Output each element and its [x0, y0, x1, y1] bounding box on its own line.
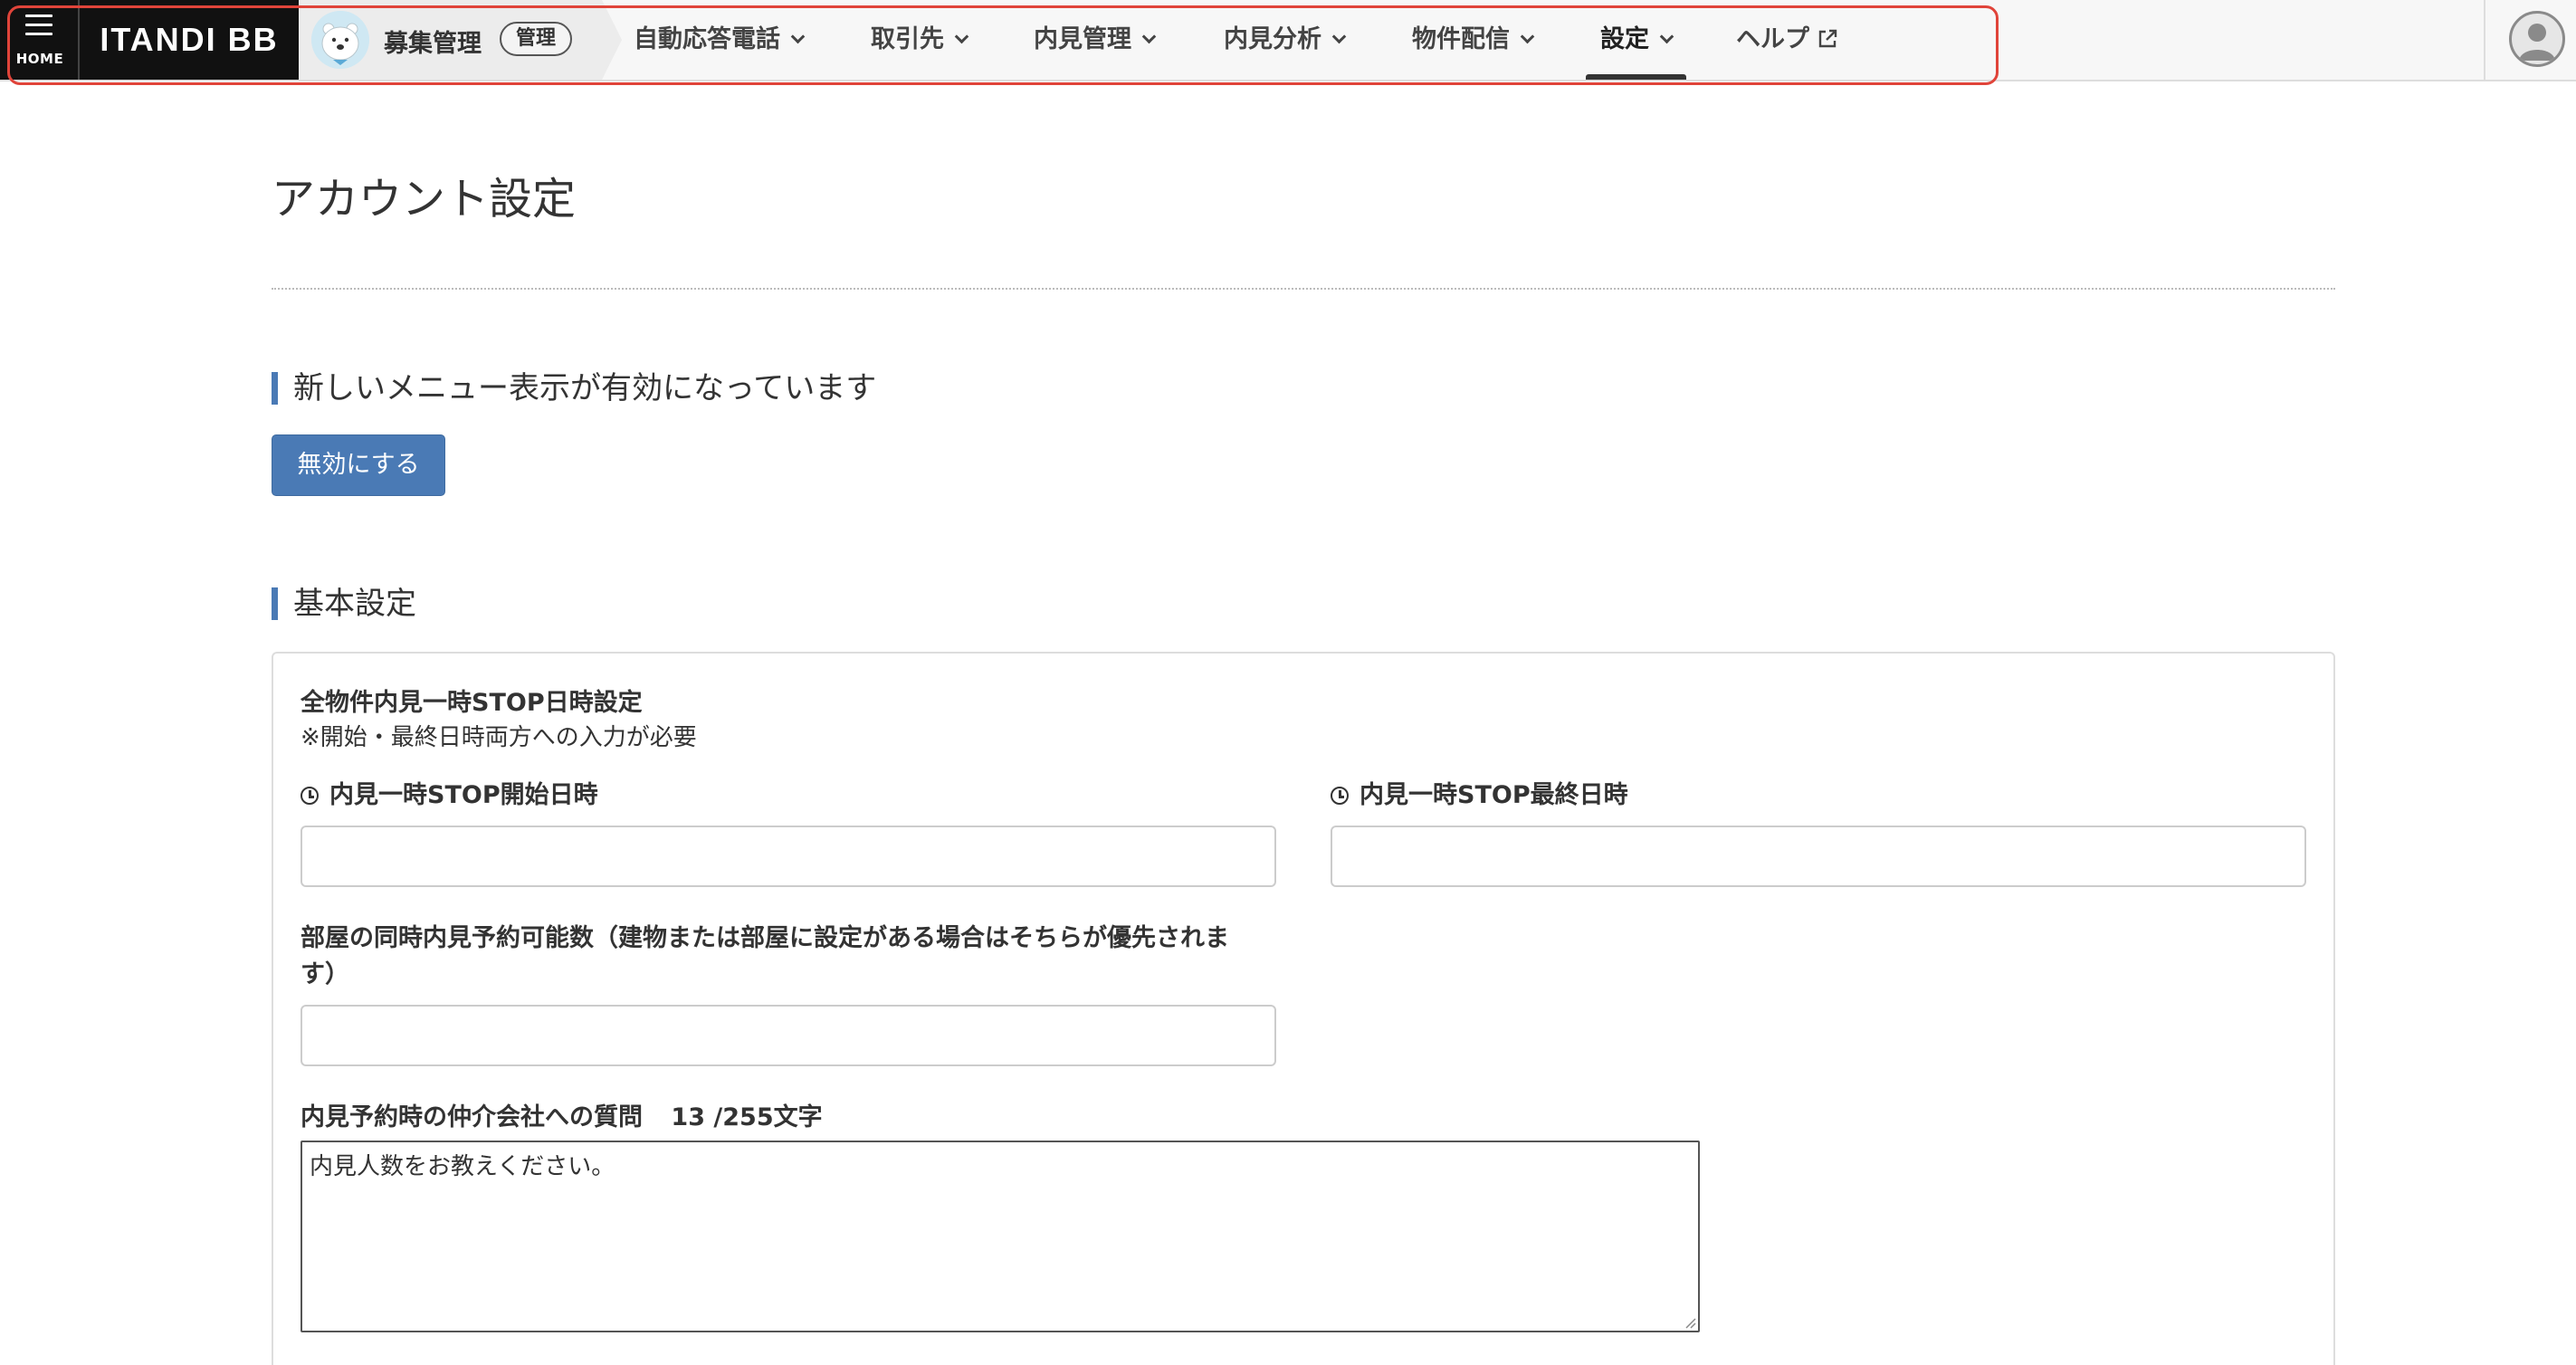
question-textarea[interactable]: 内見人数をお教えください。 [301, 1141, 1700, 1332]
stop-end-label-text: 内見一時STOP最終日時 [1360, 781, 1628, 809]
concurrent-viewing-input[interactable] [301, 1005, 1276, 1066]
nav-viewing-management[interactable]: 内見管理 [1034, 0, 1157, 80]
home-label: HOME [15, 51, 64, 67]
chevron-down-icon [1659, 29, 1674, 44]
nav-viewing-analysis[interactable]: 内見分析 [1224, 0, 1347, 80]
concurrent-viewing-label: 部屋の同時内見予約可能数（建物または部屋に設定がある場合はそちらが優先されま [301, 924, 1229, 952]
nav-help[interactable]: ヘルプ [1736, 0, 1838, 80]
menu-section-heading: 新しいメニュー表示が有効になっています [272, 369, 876, 407]
user-avatar-icon [2509, 11, 2565, 67]
nav-label: 内見分析 [1224, 25, 1321, 53]
question-label: 内見予約時の仲介会社への質問 13 /255文字 [301, 1097, 823, 1132]
brand-logo[interactable]: ITANDI BB [80, 0, 299, 80]
stop-start-label: 内見一時STOP開始日時 [301, 775, 598, 810]
nav-clients[interactable]: 取引先 [871, 0, 969, 80]
question-char-count: 13 /255文字 [671, 1103, 823, 1131]
nav-settings[interactable]: 設定 [1586, 0, 1686, 80]
nav-property-distribution[interactable]: 物件配信 [1412, 0, 1535, 80]
title-divider [272, 288, 2335, 290]
stop-end-label: 内見一時STOP最終日時 [1331, 775, 1628, 810]
page-title: アカウント設定 [272, 174, 577, 224]
concurrent-viewing-label-cont: す） [301, 960, 349, 988]
user-menu[interactable] [2484, 0, 2576, 80]
nav-label: 物件配信 [1412, 25, 1510, 53]
product-switcher[interactable]: 募集管理 管理 [299, 0, 622, 80]
clock-icon [301, 787, 319, 805]
clock-icon [1331, 787, 1349, 805]
basic-settings-panel: 全物件内見一時STOP日時設定 ※開始・最終日時両方への入力が必要 内見一時ST… [272, 652, 2335, 1365]
stop-setting-note: ※開始・最終日時両方への入力が必要 [301, 724, 697, 751]
product-name: 募集管理 [384, 30, 482, 58]
stop-end-datetime-input[interactable] [1331, 826, 2306, 887]
nav-auto-phone[interactable]: 自動応答電話 [634, 0, 806, 80]
resize-grip-icon[interactable] [1682, 1314, 1696, 1329]
stop-start-datetime-input[interactable] [301, 826, 1276, 887]
basic-settings-heading: 基本設定 [272, 585, 416, 623]
chevron-down-icon [1141, 29, 1157, 44]
nav-label: 取引先 [871, 25, 944, 53]
hamburger-icon [25, 14, 52, 36]
chevron-down-icon [790, 29, 806, 44]
admin-badge: 管理 [500, 22, 573, 56]
chevron-down-icon [954, 29, 969, 44]
top-nav-bar: HOME ITANDI BB 募集管理 管理 自動応答電話 取引先 内見管理 内… [0, 0, 2576, 81]
home-menu-button[interactable]: HOME [0, 0, 80, 80]
external-link-icon [1817, 3, 1838, 82]
question-label-text: 内見予約時の仲介会社への質問 [301, 1103, 643, 1131]
chevron-down-icon [1331, 29, 1347, 44]
stop-setting-title: 全物件内見一時STOP日時設定 [301, 689, 643, 717]
nav-label: 設定 [1600, 25, 1649, 53]
nav-label: 自動応答電話 [634, 25, 780, 53]
chevron-down-icon [1520, 29, 1535, 44]
stop-start-label-text: 内見一時STOP開始日時 [329, 781, 598, 809]
nav-label: ヘルプ [1736, 25, 1809, 53]
disable-new-menu-button[interactable]: 無効にする [272, 434, 445, 496]
polar-bear-mascot-icon [311, 11, 369, 69]
nav-label: 内見管理 [1034, 25, 1131, 53]
